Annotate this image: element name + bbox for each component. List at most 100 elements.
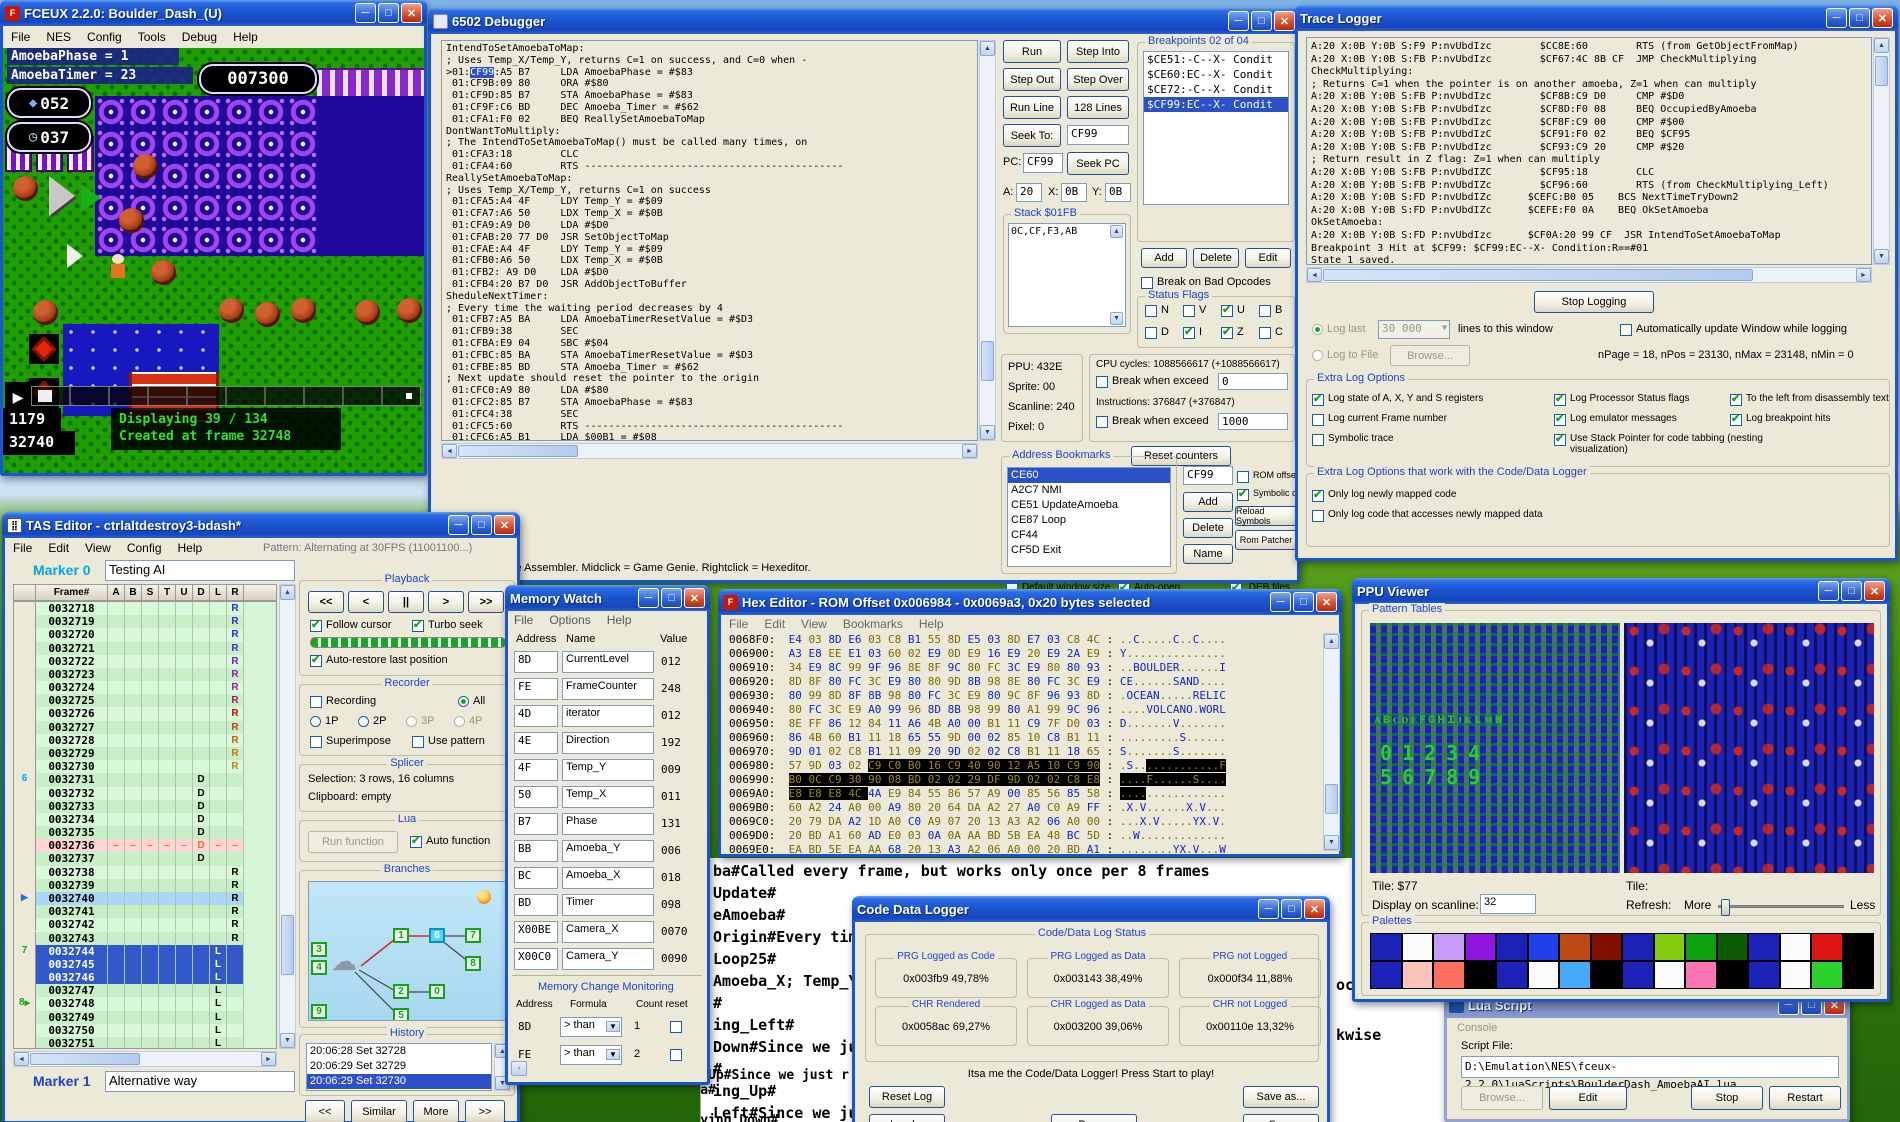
hex-row[interactable]: 006970: 9D 01 02 C8 B1 11 09 20 9D 02 02… — [723, 745, 1323, 759]
input-cell[interactable] — [142, 813, 159, 826]
menu-item-file[interactable]: File — [514, 613, 533, 627]
branch-node-2[interactable]: 2 — [393, 984, 409, 999]
gutter-cell[interactable] — [14, 1011, 36, 1024]
frame-number[interactable]: 0032722 — [36, 655, 108, 668]
input-cell[interactable]: – — [210, 839, 227, 852]
bookmarks-list[interactable]: CE60A2C7 NMICE51 UpdateAmoebaCE87 LoopCF… — [1007, 467, 1171, 567]
input-cell[interactable] — [125, 918, 142, 931]
input-cell[interactable] — [142, 615, 159, 628]
menu-item-file[interactable]: File — [729, 617, 748, 631]
input-cell[interactable] — [176, 813, 193, 826]
minimize-button[interactable]: ─ — [1270, 592, 1291, 612]
seek-pc-button[interactable]: Seek PC — [1067, 152, 1129, 175]
piano-roll-row[interactable]: 0032728R — [14, 734, 276, 747]
frame-number[interactable]: 0032727 — [36, 721, 108, 734]
maximize-button[interactable]: □ — [1251, 11, 1272, 31]
input-cell[interactable] — [176, 707, 193, 720]
gutter-cell[interactable] — [14, 694, 36, 707]
input-cell[interactable]: R — [227, 932, 244, 945]
piano-roll-row[interactable]: 0032742R — [14, 918, 276, 931]
branch-node-3[interactable]: 3 — [311, 942, 327, 957]
input-cell[interactable] — [210, 602, 227, 615]
input-cell[interactable] — [108, 813, 125, 826]
watch-address-input[interactable]: 4F — [514, 759, 558, 781]
frame-number[interactable]: 0032737 — [36, 852, 108, 865]
input-cell[interactable] — [125, 958, 142, 971]
history-item[interactable]: 20:06:28 Set 32728 — [307, 1044, 491, 1059]
debugger-titlebar[interactable]: 6502 Debugger ─ □ ✕ — [428, 8, 1300, 34]
input-cell[interactable] — [210, 642, 227, 655]
input-cell[interactable] — [210, 918, 227, 931]
palette-swatch[interactable] — [1402, 961, 1434, 989]
input-cell[interactable]: – — [125, 839, 142, 852]
pc-input[interactable]: CF99 — [1023, 153, 1063, 173]
input-cell[interactable] — [159, 1024, 176, 1037]
hex-row[interactable]: 006990: B0 0C C9 30 90 08 BD 02 02 29 DF… — [723, 773, 1323, 787]
input-cell[interactable]: D — [193, 826, 210, 839]
input-cell[interactable] — [176, 971, 193, 984]
trace-option-checkbox[interactable]: Only log code that accesses newly mapped… — [1312, 509, 1543, 522]
piano-roll-row[interactable]: 0032719R — [14, 615, 276, 628]
input-cell[interactable] — [142, 997, 159, 1010]
input-cell[interactable] — [108, 655, 125, 668]
hex-row[interactable]: 0068F0: E4 03 8D E6 03 C8 B1 55 8D E5 03… — [723, 633, 1323, 647]
piano-roll-row[interactable]: 0032743R — [14, 932, 276, 945]
palette-row-1[interactable] — [1370, 933, 1874, 961]
input-cell[interactable] — [159, 945, 176, 958]
hex-row[interactable]: 0069A0: E8 E8 E8 4C 4A E9 84 55 86 57 A9… — [723, 787, 1323, 801]
input-cell[interactable] — [193, 971, 210, 984]
playback-rewind-button[interactable]: << — [308, 591, 344, 613]
piano-roll-row[interactable]: 0032734D — [14, 813, 276, 826]
input-cell[interactable] — [159, 932, 176, 945]
gutter-cell[interactable] — [14, 747, 36, 760]
input-cell[interactable] — [159, 787, 176, 800]
input-cell[interactable] — [227, 787, 244, 800]
menu-item-bookmarks[interactable]: Bookmarks — [843, 617, 903, 631]
input-cell[interactable]: L — [210, 984, 227, 997]
marker-nav-button[interactable]: >> — [465, 1100, 505, 1122]
input-cell[interactable] — [108, 787, 125, 800]
follow-cursor-checkbox[interactable]: Follow cursor — [310, 619, 391, 632]
frame-number[interactable]: 0032745 — [36, 958, 108, 971]
trace-hscrollbar[interactable]: ◄► — [1306, 267, 1872, 283]
input-cell[interactable] — [159, 602, 176, 615]
input-cell[interactable]: R — [227, 707, 244, 720]
branch-node-5[interactable]: 5 — [393, 1008, 409, 1021]
input-cell[interactable] — [176, 932, 193, 945]
gutter-cell[interactable] — [14, 707, 36, 720]
input-cell[interactable] — [193, 602, 210, 615]
input-cell[interactable] — [176, 760, 193, 773]
frame-number[interactable]: 0032750 — [36, 1024, 108, 1037]
input-cell[interactable] — [210, 668, 227, 681]
lua-edit-button[interactable]: Edit — [1549, 1086, 1627, 1110]
disassembly-hscrollbar[interactable]: ◄► — [441, 443, 978, 459]
input-cell[interactable] — [176, 721, 193, 734]
input-cell[interactable] — [142, 984, 159, 997]
minimize-button[interactable]: ─ — [638, 588, 659, 608]
input-cell[interactable] — [125, 905, 142, 918]
input-cell[interactable] — [142, 945, 159, 958]
input-cell[interactable] — [108, 945, 125, 958]
input-cell[interactable] — [176, 1024, 193, 1037]
hex-row[interactable]: 0069D0: 20 BD A1 60 AD E0 03 0A 0A AA BD… — [723, 829, 1323, 843]
maximize-button[interactable]: □ — [1293, 592, 1314, 612]
frame-number[interactable]: 0032740 — [36, 892, 108, 905]
input-cell[interactable] — [125, 984, 142, 997]
input-cell[interactable] — [159, 721, 176, 734]
column-header-s[interactable]: S — [142, 585, 159, 600]
piano-roll-row[interactable]: 0032721R — [14, 642, 276, 655]
hex-row[interactable]: 006920: 8D 8F 80 FC 3C E9 80 80 9D 8B 98… — [723, 675, 1323, 689]
input-cell[interactable] — [142, 1037, 159, 1049]
input-cell[interactable]: R — [227, 642, 244, 655]
marker-8[interactable]: 8▶ — [14, 997, 36, 1010]
input-cell[interactable] — [159, 971, 176, 984]
watch-name-input[interactable]: Direction — [562, 732, 654, 754]
input-cell[interactable] — [142, 655, 159, 668]
close-button[interactable]: ✕ — [1316, 592, 1337, 612]
input-cell[interactable]: – — [142, 839, 159, 852]
input-cell[interactable]: D — [193, 813, 210, 826]
input-cell[interactable] — [108, 773, 125, 786]
input-cell[interactable] — [193, 945, 210, 958]
input-cell[interactable] — [142, 787, 159, 800]
menu-item-file[interactable]: File — [11, 30, 30, 44]
